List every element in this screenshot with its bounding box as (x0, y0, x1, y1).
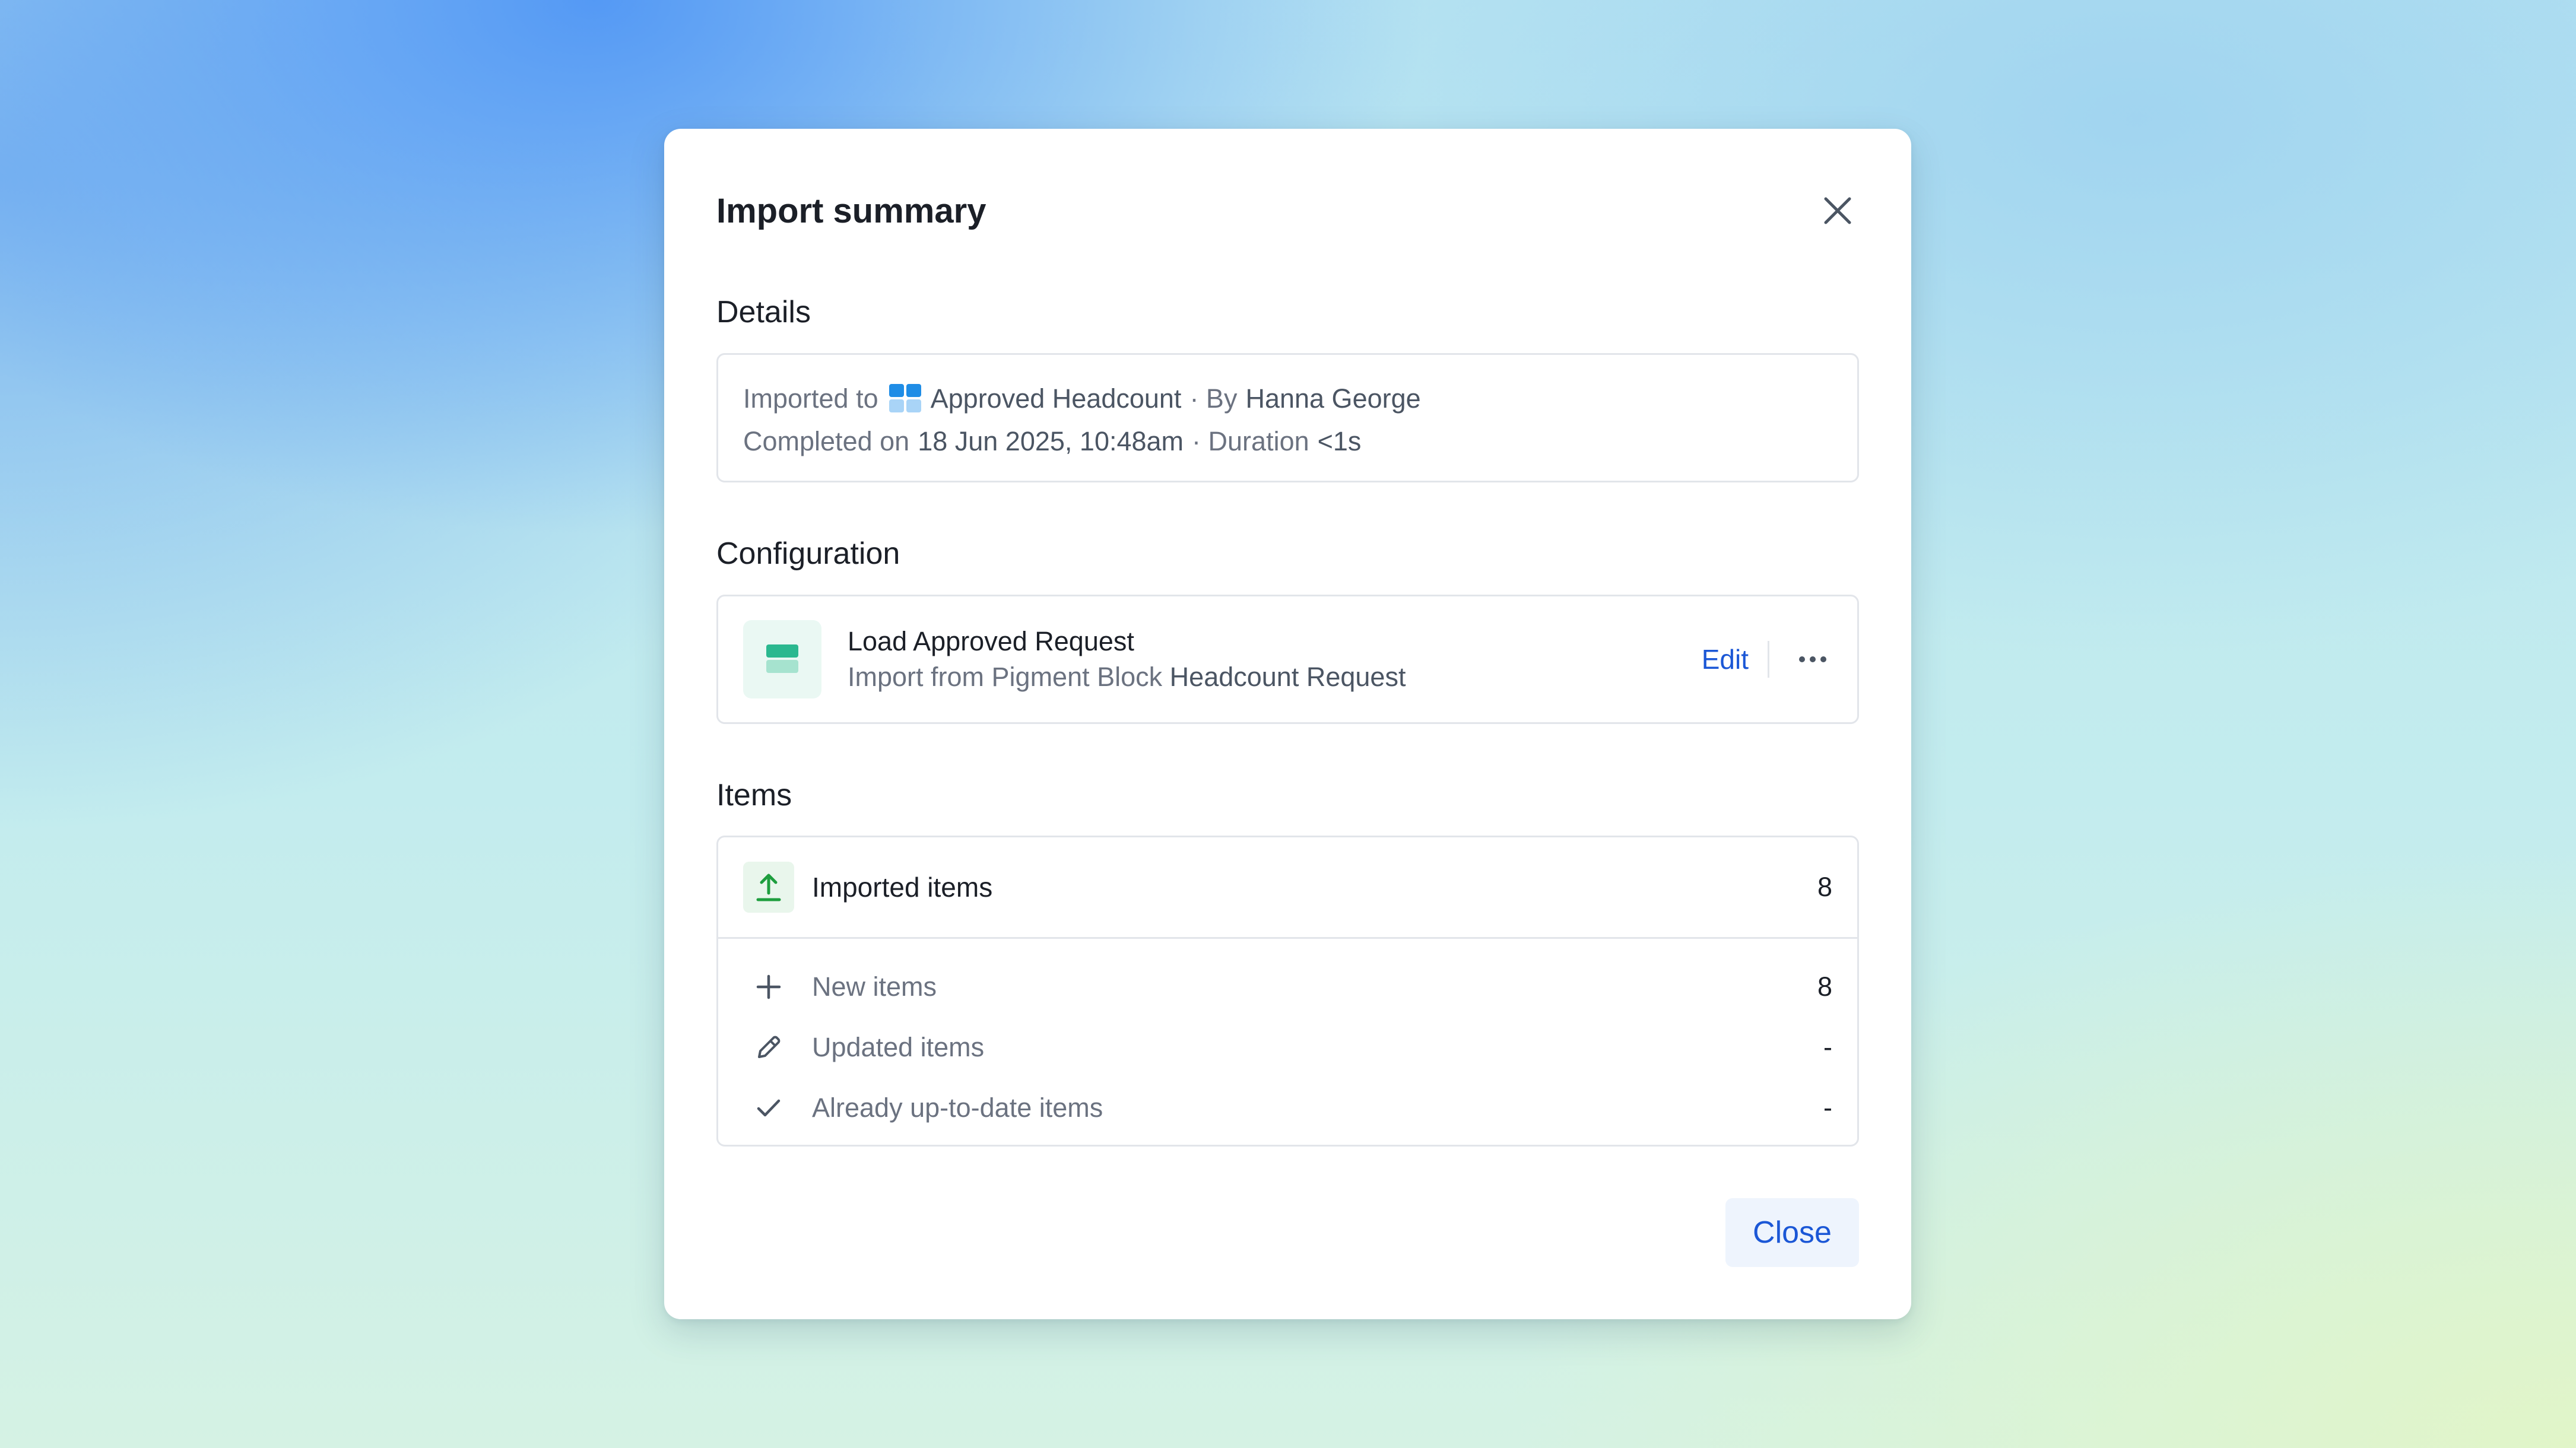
close-icon[interactable] (1816, 189, 1859, 232)
config-text: Load Approved Request Import from Pigmen… (848, 624, 1702, 695)
dialog-header: Import summary (716, 181, 1859, 240)
items-card: Imported items 8 New items 8 Updated ite… (716, 836, 1859, 1147)
config-name: Load Approved Request (848, 626, 1134, 656)
dialog-title: Import summary (716, 191, 986, 230)
config-source-prefix: Import from Pigment Block (848, 662, 1163, 692)
upload-icon (743, 862, 794, 913)
duration-prefix: · Duration (1192, 426, 1309, 456)
more-options-icon[interactable] (1793, 642, 1832, 677)
edit-config-link[interactable]: Edit (1702, 643, 1749, 675)
by-prefix: · By (1189, 383, 1238, 414)
completed-prefix: Completed on (743, 426, 910, 456)
completed-line: Completed on 18 Jun 2025, 10:48am · Dura… (743, 420, 1832, 463)
up-to-date-items-label: Already up-to-date items (812, 1093, 1103, 1123)
configuration-section-title: Configuration (716, 536, 900, 571)
actions-divider (1768, 641, 1769, 678)
up-to-date-items-count: - (1823, 1093, 1832, 1123)
board-grid-icon (889, 383, 921, 415)
imported-to-target: Approved Headcount (930, 383, 1182, 414)
details-section-title: Details (716, 295, 811, 329)
close-button[interactable]: Close (1725, 1198, 1859, 1267)
pencil-icon (743, 1022, 794, 1073)
imported-to-line: Imported to Approved Headcount · By Hann… (743, 377, 1832, 420)
items-breakdown-list: New items 8 Updated items - Already up-t… (718, 939, 1857, 1138)
check-icon (743, 1082, 794, 1133)
list-item-updated: Updated items - (718, 1017, 1857, 1078)
duration-value: <1s (1317, 426, 1362, 456)
by-user: Hanna George (1245, 383, 1421, 414)
completed-value: 18 Jun 2025, 10:48am (918, 426, 1184, 456)
imported-items-count: 8 (1817, 872, 1832, 902)
config-source: Import from Pigment Block Headcount Requ… (848, 659, 1702, 695)
imported-items-label: Imported items (812, 872, 993, 903)
import-config-icon (743, 620, 821, 698)
new-items-label: New items (812, 971, 937, 1002)
import-summary-dialog: Import summary Details Imported to Appro… (664, 129, 1911, 1319)
config-actions: Edit (1702, 641, 1832, 678)
imported-to-prefix: Imported to (743, 383, 878, 414)
imported-items-row: Imported items 8 (718, 837, 1857, 939)
list-item-new: New items 8 (718, 957, 1857, 1017)
new-items-count: 8 (1817, 971, 1832, 1002)
configuration-card: Load Approved Request Import from Pigmen… (716, 595, 1859, 724)
list-item-up-to-date: Already up-to-date items - (718, 1078, 1857, 1138)
plus-icon (743, 961, 794, 1012)
details-card: Imported to Approved Headcount · By Hann… (716, 353, 1859, 482)
config-source-block: Headcount Request (1169, 662, 1406, 692)
items-section-title: Items (716, 778, 792, 812)
updated-items-count: - (1823, 1032, 1832, 1062)
updated-items-label: Updated items (812, 1032, 985, 1062)
